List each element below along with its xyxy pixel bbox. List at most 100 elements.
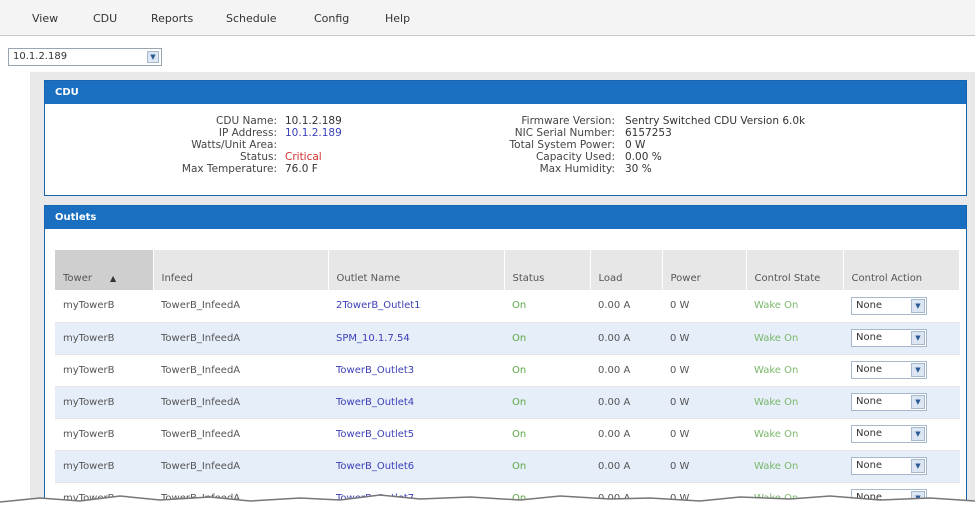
control-action-value: None — [856, 396, 883, 407]
cell-tower: myTowerB — [55, 418, 153, 451]
total-system-power-value: 0 W — [625, 139, 646, 151]
cdu-selector[interactable]: 10.1.2.189 ▼ — [8, 48, 162, 66]
cell-control-state: Wake On — [746, 386, 843, 419]
table-row: myTowerB TowerB_InfeedA TowerB_Outlet4 On 0.… — [55, 386, 960, 419]
cell-power: 0 W — [662, 386, 746, 419]
cell-power: 0 W — [662, 322, 746, 355]
chevron-down-icon[interactable]: ▼ — [911, 298, 925, 313]
control-action-select[interactable]: None ▼ — [851, 296, 927, 315]
cdu-panel: CDU CDU Name: IP Address: Watts/Unit Are… — [44, 80, 967, 196]
cell-control-action: None ▼ — [843, 322, 960, 355]
column-header-infeed[interactable]: Infeed — [153, 250, 329, 290]
chevron-down-icon[interactable]: ▼ — [911, 363, 925, 377]
column-header-power[interactable]: Power — [662, 250, 747, 290]
cell-tower: myTowerB — [55, 386, 153, 419]
outlet-name-link[interactable]: SPM_10.1.7.54 — [328, 322, 504, 355]
control-action-value: None — [856, 332, 883, 343]
control-action-value: None — [856, 428, 883, 439]
control-action-value: None — [856, 299, 883, 311]
cell-control-state: Wake On — [746, 450, 843, 483]
chevron-down-icon[interactable]: ▼ — [911, 331, 925, 345]
cell-status: On — [504, 418, 590, 451]
cell-control-action: None ▼ — [843, 450, 960, 483]
cell-load: 0.00 A — [590, 322, 662, 355]
column-header-control-action[interactable]: Control Action — [843, 250, 960, 290]
cell-power: 0 W — [662, 450, 746, 483]
cell-status: On — [504, 290, 590, 323]
menu-help[interactable]: Help — [385, 12, 410, 25]
cdu-selector-value: 10.1.2.189 — [13, 51, 68, 62]
cdu-panel-title: CDU — [45, 81, 966, 104]
cell-tower: myTowerB — [55, 290, 153, 323]
cell-infeed: TowerB_InfeedA — [153, 354, 328, 387]
cell-load: 0.00 A — [590, 418, 662, 451]
column-header-load[interactable]: Load — [590, 250, 663, 290]
cell-control-state: Wake On — [746, 418, 843, 451]
cell-status: On — [504, 386, 590, 419]
outlet-name-link[interactable]: TowerB_Outlet6 — [328, 450, 504, 483]
outlet-name-link[interactable]: TowerB_Outlet4 — [328, 386, 504, 419]
max-temperature-value: 76.0 F — [285, 163, 318, 175]
sort-arrow-icon: ▲ — [109, 274, 117, 283]
cell-load: 0.00 A — [590, 354, 662, 387]
control-action-value: None — [856, 460, 883, 471]
column-header-outlet-name[interactable]: Outlet Name — [328, 250, 505, 290]
control-action-select[interactable]: None ▼ — [851, 393, 927, 411]
chevron-down-icon[interactable]: ▼ — [147, 51, 159, 63]
table-row: myTowerB TowerB_InfeedA TowerB_Outlet3 On 0.… — [55, 354, 960, 387]
cdu-name-value: 10.1.2.189 — [285, 115, 342, 127]
cell-status: On — [504, 450, 590, 483]
cell-power: 0 W — [662, 354, 746, 387]
cell-control-action: None ▼ — [843, 290, 960, 323]
max-humidity-value: 30 % — [625, 163, 652, 175]
menu-reports[interactable]: Reports — [151, 12, 193, 25]
control-action-select[interactable]: None ▼ — [851, 425, 927, 443]
menu-schedule[interactable]: Schedule — [226, 12, 277, 25]
cell-infeed: TowerB_InfeedA — [153, 386, 328, 419]
column-header-status[interactable]: Status — [504, 250, 591, 290]
firmware-version-value: Sentry Switched CDU Version 6.0k — [625, 115, 806, 127]
menu-cdu[interactable]: CDU — [93, 12, 117, 25]
column-header-control-state[interactable]: Control State — [746, 250, 844, 290]
cell-status: On — [504, 354, 590, 387]
cell-tower: myTowerB — [55, 322, 153, 355]
chevron-down-icon[interactable]: ▼ — [911, 427, 925, 441]
cell-control-state: Wake On — [746, 290, 843, 323]
table-row: myTowerB TowerB_InfeedA TowerB_Outlet5 On 0.… — [55, 418, 960, 451]
control-action-select[interactable]: None ▼ — [851, 457, 927, 475]
control-action-value: None — [856, 364, 883, 375]
chevron-down-icon[interactable]: ▼ — [911, 459, 925, 473]
outlet-name-link[interactable]: TowerB_Outlet3 — [328, 354, 504, 387]
ip-address-link[interactable]: 10.1.2.189 — [285, 127, 342, 139]
cell-power: 0 W — [662, 418, 746, 451]
cell-infeed: TowerB_InfeedA — [153, 290, 328, 323]
cell-load: 0.00 A — [590, 386, 662, 419]
outlets-table: Tower ▲ Infeed Outlet Name Status Load Po… — [55, 250, 960, 515]
menu-view[interactable]: View — [32, 12, 58, 25]
cell-infeed: TowerB_InfeedA — [153, 450, 328, 483]
cell-tower: myTowerB — [55, 450, 153, 483]
menu-config[interactable]: Config — [314, 12, 349, 25]
table-row: myTowerB TowerB_InfeedA 2TowerB_Outlet1 On 0… — [55, 290, 960, 323]
outlet-name-link[interactable]: TowerB_Outlet5 — [328, 418, 504, 451]
cell-control-action: None ▼ — [843, 354, 960, 387]
outlets-panel-title: Outlets — [45, 206, 966, 229]
control-action-select[interactable]: None ▼ — [851, 361, 927, 379]
status-value: Critical — [285, 151, 322, 163]
cell-control-state: Wake On — [746, 354, 843, 387]
table-row: myTowerB TowerB_InfeedA SPM_10.1.7.54 On 0.0… — [55, 322, 960, 355]
cell-tower: myTowerB — [55, 354, 153, 387]
cell-load: 0.00 A — [590, 450, 662, 483]
capacity-used-value: 0.00 % — [625, 151, 662, 163]
cell-control-state: Wake On — [746, 322, 843, 355]
column-header-tower[interactable]: Tower ▲ — [55, 250, 154, 290]
control-action-select[interactable]: None ▼ — [851, 329, 927, 347]
torn-edge-decoration — [0, 494, 975, 531]
table-header-row: Tower ▲ Infeed Outlet Name Status Load Po… — [55, 250, 960, 290]
chevron-down-icon[interactable]: ▼ — [911, 395, 925, 409]
cell-control-action: None ▼ — [843, 386, 960, 419]
outlet-name-link[interactable]: 2TowerB_Outlet1 — [328, 290, 504, 323]
table-row: myTowerB TowerB_InfeedA TowerB_Outlet6 On 0.… — [55, 450, 960, 483]
menu-bar: View CDU Reports Schedule Config Help — [0, 0, 975, 36]
nic-serial-number-value: 6157253 — [625, 127, 672, 139]
